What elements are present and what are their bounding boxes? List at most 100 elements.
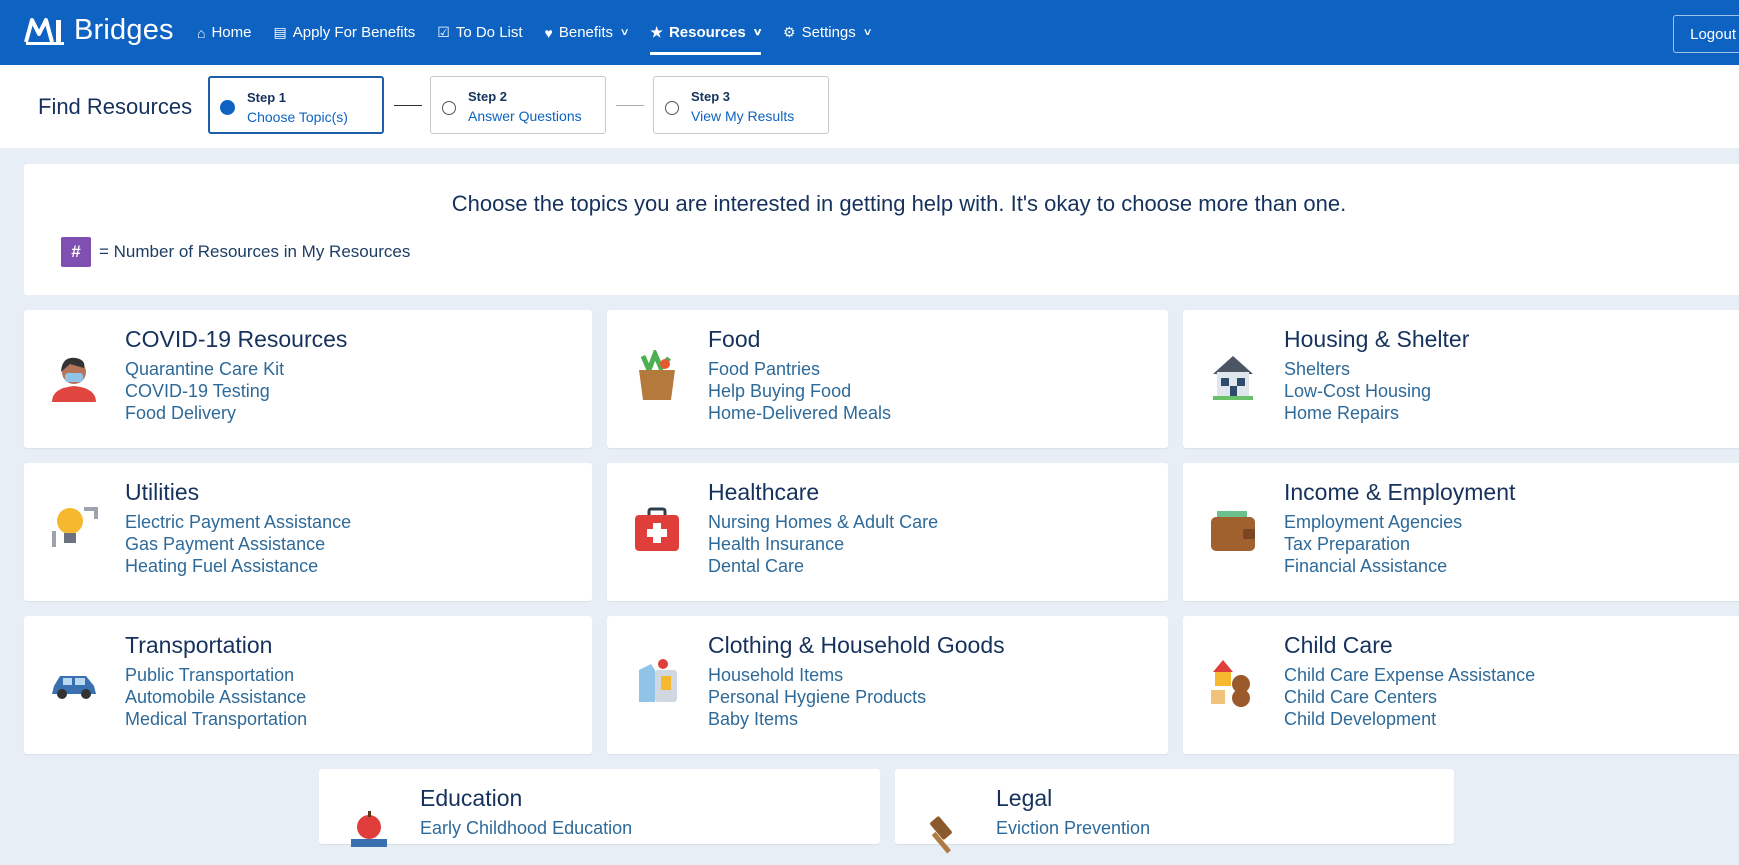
topic-title: Utilities [125,479,200,505]
step-label: Step 2 [468,89,508,104]
topic-subitems: Nursing Homes & Adult Care Health Insura… [708,511,938,577]
step-connector [394,105,422,106]
resource-count-legend: # = Number of Resources in My Resources [61,237,410,267]
topic-title: Housing & Shelter [1284,326,1470,352]
topic-subitems: Early Childhood Education [420,817,632,839]
step-sublabel: Choose Topic(s) [247,109,348,125]
main-nav: ⌂ Home ▤ Apply For Benefits ☑ To Do List… [197,0,873,65]
topic-subitem: Financial Assistance [1284,556,1448,576]
topic-subitem: Electric Payment Assistance [125,512,352,532]
topic-card-healthcare[interactable]: Healthcare Nursing Homes & Adult Care He… [607,463,1168,601]
blocks-teddy-icon [1211,660,1250,707]
topic-subitem: Gas Payment Assistance [125,534,326,554]
topic-subitem: Nursing Homes & Adult Care [708,512,939,532]
apple-books-icon [351,811,387,847]
topic-subitem: Dental Care [708,556,805,576]
topic-subitem: Automobile Assistance [125,687,307,707]
topic-card-clothing-household[interactable]: Clothing & Household Goods Household Ite… [607,616,1168,754]
nav-apply-label: Apply For Benefits [292,24,416,41]
step-indicator-filled-icon [220,100,235,115]
clothing-icon [639,659,677,702]
topic-subitem: Eviction Prevention [996,818,1151,838]
step-indicator-empty-icon [442,101,456,115]
topic-subitem: Child Care Centers [1284,687,1438,707]
nav-home[interactable]: ⌂ Home [197,0,251,65]
step-sublabel: Answer Questions [468,108,582,124]
topic-title: Legal [996,785,1053,811]
topic-card-housing-shelter[interactable]: Housing & Shelter Shelters Low-Cost Hous… [1183,310,1739,448]
topic-subitem: Heating Fuel Assistance [125,556,319,576]
topic-subitems: Child Care Expense Assistance Child Care… [1284,664,1535,730]
topic-subitem: Low-Cost Housing [1284,381,1432,401]
step-connector [616,105,644,106]
nav-to-do-list[interactable]: ☑ To Do List [437,0,522,65]
topic-title: Income & Employment [1284,479,1516,505]
step-2[interactable]: Step 2 Answer Questions [430,76,606,134]
top-navigation-bar: Bridges ⌂ Home ▤ Apply For Benefits ☑ To… [0,0,1739,65]
topic-subitem: Health Insurance [708,534,845,554]
nav-benefits[interactable]: ♥ Benefits ∨ [544,0,630,65]
instructions-panel: Choose the topics you are interested in … [24,164,1739,295]
topic-subitem: Personal Hygiene Products [708,687,927,707]
topic-title: COVID-19 Resources [125,326,348,352]
topic-subitems: Employment Agencies Tax Preparation Fina… [1284,511,1462,577]
topic-subitem: Early Childhood Education [420,818,633,838]
mi-logo-icon [24,17,64,45]
topic-subitem: Baby Items [708,709,799,729]
person-mask-icon [52,357,96,402]
topic-subitems: Food Pantries Help Buying Food Home-Deli… [708,358,891,424]
nav-resources[interactable]: ★ Resources ∨ [650,0,762,65]
topic-subitem: Public Transportation [125,665,295,685]
step-1[interactable]: Step 1 Choose Topic(s) [208,76,384,134]
step-indicator-empty-icon [665,101,679,115]
nav-todo-label: To Do List [455,24,523,41]
nav-settings[interactable]: ⚙ Settings ∨ [783,0,873,65]
document-icon: ▤ [273,24,287,40]
instructions-text: Choose the topics you are interested in … [451,191,1347,216]
topic-card-transportation[interactable]: Transportation Public Transportation Aut… [24,616,592,754]
lightbulb-icon [52,507,98,547]
nav-settings-label: Settings [801,24,856,41]
topic-title: Food [708,326,761,352]
step-progress-bar: Find Resources Step 1 Choose Topic(s) St… [0,65,1739,148]
topic-card-covid-19[interactable]: COVID-19 Resources Quarantine Care Kit C… [24,310,592,448]
topic-title: Transportation [125,632,273,658]
mi-bridges-logo[interactable]: Bridges [24,14,174,47]
topic-title: Education [420,785,523,811]
topic-subitem: Child Development [1284,709,1437,729]
topic-title: Healthcare [708,479,820,505]
topic-subitem: Child Care Expense Assistance [1284,665,1536,685]
step-label: Step 1 [247,90,287,105]
topic-card-income-employment[interactable]: Income & Employment Employment Agencies … [1183,463,1739,601]
topic-subitem: Employment Agencies [1284,512,1463,532]
topic-card-food[interactable]: Food Food Pantries Help Buying Food Home… [607,310,1168,448]
topic-subitem: Quarantine Care Kit [125,359,285,379]
topic-subitem: Home-Delivered Meals [708,403,892,423]
topic-subitems: Quarantine Care Kit COVID-19 Testing Foo… [125,358,284,424]
topic-subitem: Food Pantries [708,359,821,379]
step-3[interactable]: Step 3 View My Results [653,76,829,134]
topic-subitems: Public Transportation Automobile Assista… [125,664,307,730]
nav-resources-label: Resources [668,24,746,41]
topic-card-legal[interactable]: Legal Eviction Prevention [895,769,1454,854]
gavel-icon [930,816,952,854]
topic-card-utilities[interactable]: Utilities Electric Payment Assistance Ga… [24,463,592,601]
logout-button[interactable]: Logout [1673,15,1739,53]
step-label: Step 3 [691,89,731,104]
topic-card-education[interactable]: Education Early Childhood Education [319,769,880,847]
topic-subitem: COVID-19 Testing [125,381,270,401]
topic-subitem: Tax Preparation [1284,534,1411,554]
heart-icon: ♥ [544,24,553,41]
topic-subitem: Home Repairs [1284,403,1400,423]
gear-icon: ⚙ [783,24,796,40]
grocery-bag-icon [639,350,675,400]
topic-title: Child Care [1284,632,1393,658]
topic-subitems: Shelters Low-Cost Housing Home Repairs [1284,358,1431,424]
brand-name: Bridges [74,14,174,46]
house-icon [1213,356,1253,400]
topic-subitem: Shelters [1284,359,1351,379]
chevron-down-icon: ∨ [619,27,630,38]
nav-apply-for-benefits[interactable]: ▤ Apply For Benefits [273,0,415,65]
wallet-icon [1211,511,1255,551]
topic-card-child-care[interactable]: Child Care Child Care Expense Assistance… [1183,616,1739,754]
